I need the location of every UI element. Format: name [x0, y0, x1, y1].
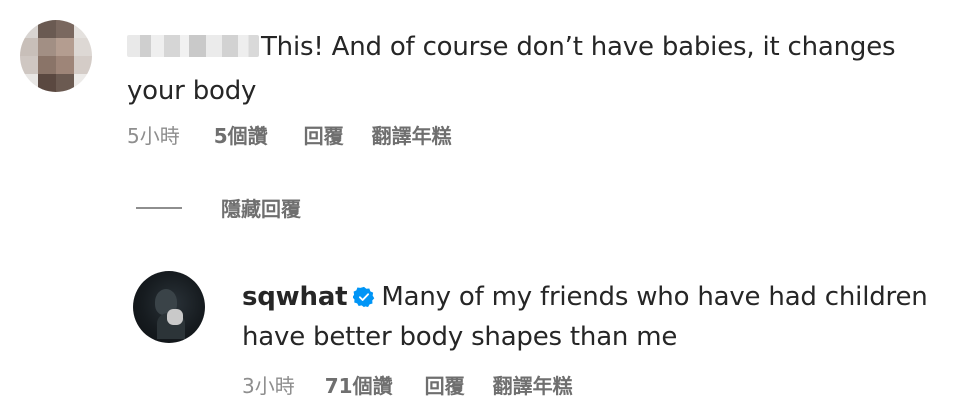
commenter-avatar-blurred[interactable] — [20, 20, 92, 92]
reply-likes[interactable]: 71個讚 — [325, 370, 393, 399]
reply-time[interactable]: 3小時 — [242, 370, 295, 399]
hide-replies-button[interactable]: 隱藏回覆 — [221, 193, 301, 222]
comment-meta: 5小時 5個讚 回覆 翻譯年糕 — [127, 120, 452, 149]
verified-badge-icon — [353, 286, 375, 308]
comment-time[interactable]: 5小時 — [127, 120, 180, 149]
reply-translate-button[interactable]: 翻譯年糕 — [493, 370, 573, 399]
comment-reply-button[interactable]: 回覆 — [304, 120, 344, 149]
reply-reply-button[interactable]: 回覆 — [425, 370, 465, 399]
avatar-figure-hand — [167, 309, 183, 325]
reply-body: sqwhat Many of my friends who have had ch… — [242, 277, 942, 357]
reply-avatar[interactable] — [133, 271, 205, 343]
comment-translate-button[interactable]: 翻譯年糕 — [372, 120, 452, 149]
reply-username[interactable]: sqwhat — [242, 282, 348, 312]
comment-body: This! And of course don’t have babies, i… — [127, 25, 927, 113]
commenter-username-blurred[interactable] — [127, 35, 259, 57]
comment-likes[interactable]: 5個讚 — [214, 120, 268, 149]
reply-meta: 3小時 71個讚 回覆 翻譯年糕 — [242, 370, 573, 399]
hide-replies-divider — [136, 207, 182, 209]
